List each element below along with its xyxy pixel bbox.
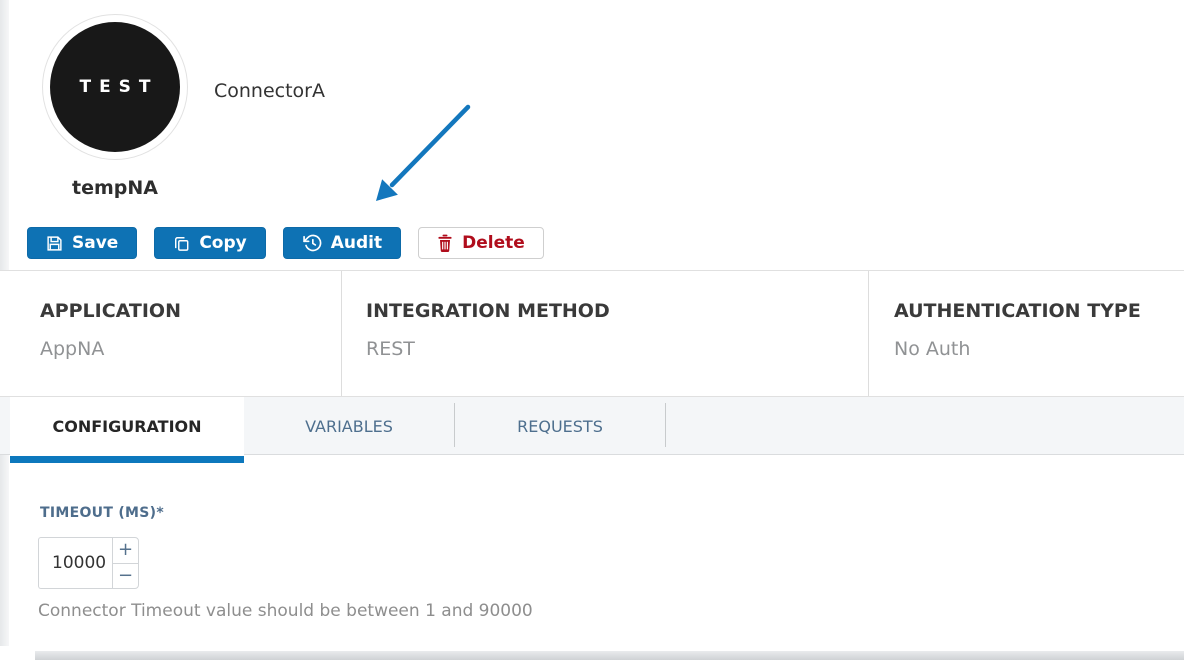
save-button[interactable]: Save [27,227,137,259]
timeout-field-label: TIMEOUT (MS)* [40,505,164,521]
copy-button-label: Copy [199,233,246,253]
toolbar: Save Copy Audit [27,227,544,259]
tab-requests-label: REQUESTS [517,417,603,436]
delete-button[interactable]: Delete [418,227,544,259]
connector-avatar: TEST [42,14,188,160]
connector-name: ConnectorA [214,80,325,102]
annotation-arrow-icon [360,98,482,210]
summary-field-integration-method: INTEGRATION METHOD REST [342,271,869,396]
timeout-helper-text: Connector Timeout value should be betwee… [38,601,533,621]
timeout-spinner-group: + − [38,537,139,589]
tab-variables[interactable]: VARIABLES [244,397,454,456]
tab-configuration-label: CONFIGURATION [52,417,201,436]
copy-icon [173,235,190,252]
template-name: tempNA [42,177,188,199]
copy-button[interactable]: Copy [154,227,265,259]
tab-divider [665,403,666,447]
summary-field-application: APPLICATION AppNA [0,271,342,396]
increment-button[interactable]: + [113,538,138,564]
avatar-monogram: TEST [50,22,180,152]
save-icon [46,235,63,252]
tab-requests[interactable]: REQUESTS [455,397,665,456]
audit-history-icon [302,233,322,253]
tab-variables-label: VARIABLES [305,417,393,436]
tab-strip: CONFIGURATION VARIABLES REQUESTS [0,397,1184,463]
integration-method-value: REST [366,338,868,360]
authentication-type-label: AUTHENTICATION TYPE [894,300,1184,322]
audit-button-label: Audit [331,233,382,253]
integration-method-label: INTEGRATION METHOD [366,300,868,322]
horizontal-scrollbar-thumb[interactable] [35,651,1184,660]
timeout-input[interactable] [38,537,112,589]
authentication-type-value: No Auth [894,338,1184,360]
minus-icon: − [118,567,133,585]
summary-field-authentication-type: AUTHENTICATION TYPE No Auth [869,271,1184,396]
tab-configuration[interactable]: CONFIGURATION [10,397,244,456]
summary-bar: APPLICATION AppNA INTEGRATION METHOD RES… [0,270,1184,397]
delete-button-label: Delete [462,233,525,253]
application-value: AppNA [40,338,341,360]
application-label: APPLICATION [40,300,341,322]
plus-icon: + [118,541,133,559]
save-button-label: Save [72,233,118,253]
decrement-button[interactable]: − [113,564,138,589]
timeout-stepper: + − [112,537,139,589]
audit-button[interactable]: Audit [283,227,401,259]
trash-icon [437,234,453,252]
